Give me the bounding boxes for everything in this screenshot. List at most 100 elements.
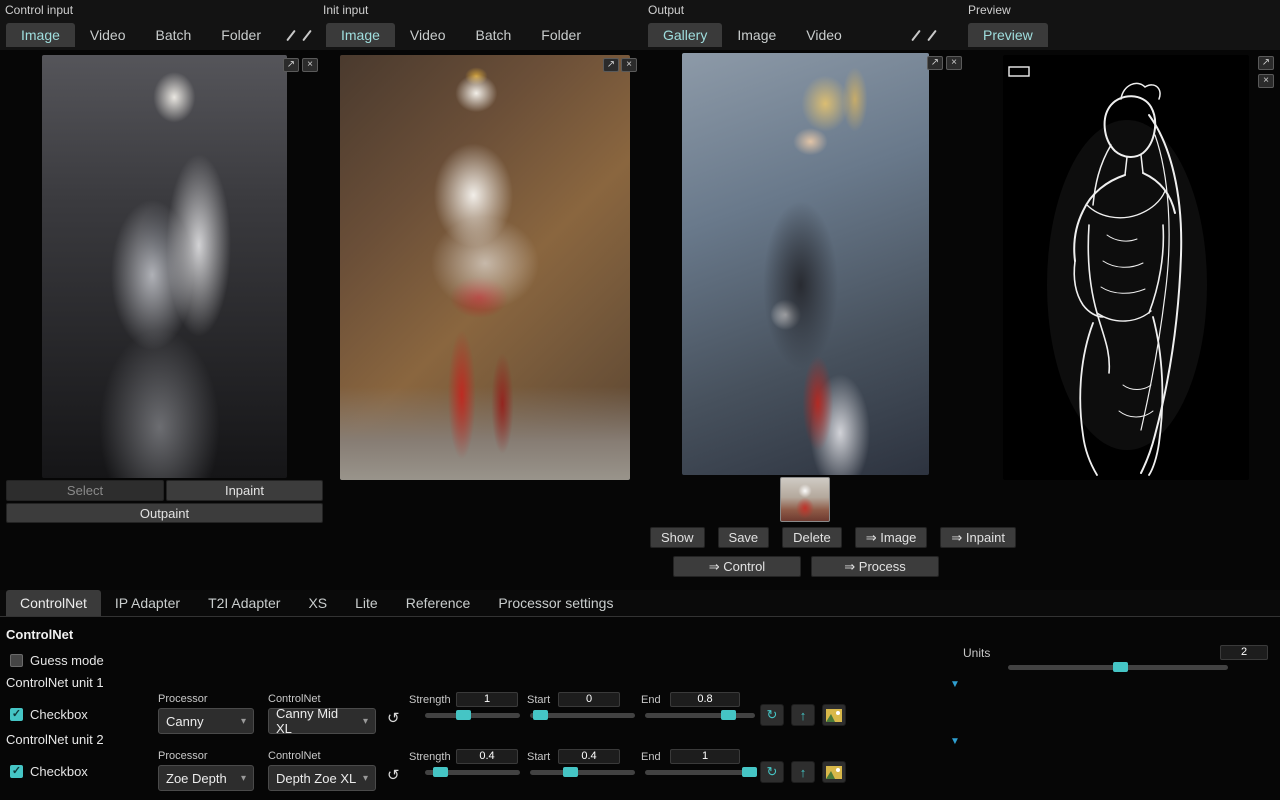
tab-ip-adapter[interactable]: IP Adapter [101, 590, 194, 616]
image-preview-icon[interactable] [822, 704, 846, 726]
inpaint-button[interactable]: Inpaint [166, 480, 323, 501]
slider-handle[interactable] [742, 767, 757, 777]
close-icon[interactable]: × [302, 58, 318, 72]
tab-control-video[interactable]: Video [75, 23, 141, 47]
dropdown-value: Zoe Depth [166, 771, 227, 786]
reset-icon[interactable]: ↺ [387, 711, 400, 726]
close-icon[interactable]: × [1258, 74, 1274, 88]
start-slider[interactable] [530, 770, 635, 775]
expand-icon[interactable]: ↗ [283, 58, 299, 72]
unit-1-enable-checkbox[interactable]: ✓ Checkbox [10, 707, 88, 722]
dropdown-value: Depth Zoe XL [276, 771, 356, 786]
checkbox-checked-icon[interactable]: ✓ [10, 708, 23, 721]
strength-label: Strength [409, 694, 451, 706]
delete-button[interactable]: Delete [782, 527, 842, 548]
strength-value[interactable]: 1 [456, 692, 518, 707]
tab-control-batch[interactable]: Batch [140, 23, 206, 47]
tab-output-gallery[interactable]: Gallery [648, 23, 722, 47]
strength-slider[interactable] [425, 770, 520, 775]
start-value[interactable]: 0 [558, 692, 620, 707]
end-slider[interactable] [645, 770, 755, 775]
strength-slider[interactable] [425, 713, 520, 718]
start-slider[interactable] [530, 713, 635, 718]
slider-handle[interactable] [721, 710, 736, 720]
slider-handle[interactable] [1113, 662, 1128, 672]
close-icon[interactable]: × [946, 56, 962, 70]
to-image-button[interactable]: ⇒ Image [855, 527, 928, 548]
image-preview-icon[interactable] [822, 761, 846, 783]
controlnet-model-dropdown[interactable]: Canny Mid XL ▾ [268, 708, 376, 734]
tab-control-folder[interactable]: Folder [206, 23, 276, 47]
expand-icon[interactable]: ↗ [603, 58, 619, 72]
units-slider[interactable] [1008, 665, 1228, 670]
preview-label: Preview [968, 3, 1011, 17]
tab-xs[interactable]: XS [294, 590, 341, 616]
upload-icon[interactable]: ↑ [791, 704, 815, 726]
controlnet-model-dropdown[interactable]: Depth Zoe XL ▾ [268, 765, 376, 791]
tab-init-video[interactable]: Video [395, 23, 461, 47]
to-control-button[interactable]: ⇒ Control [673, 556, 801, 577]
dropdown-value: Canny Mid XL [276, 706, 357, 736]
app-root: Control input Init input Output Preview … [0, 0, 1280, 800]
show-button[interactable]: Show [650, 527, 705, 548]
tab-processor-settings[interactable]: Processor settings [484, 590, 627, 616]
save-button[interactable]: Save [718, 527, 770, 548]
tab-init-image[interactable]: Image [326, 23, 395, 47]
start-label: Start [527, 751, 550, 763]
tab-output-video[interactable]: Video [791, 23, 857, 47]
start-label: Start [527, 694, 550, 706]
slider-handle[interactable] [563, 767, 578, 777]
slider-handle[interactable] [456, 710, 471, 720]
tab-controlnet[interactable]: ControlNet [6, 590, 101, 616]
start-value[interactable]: 0.4 [558, 749, 620, 764]
end-label: End [641, 751, 661, 763]
refresh-icon[interactable]: ↻ [760, 761, 784, 783]
output-route-row: ⇒ Control ⇒ Process [673, 556, 939, 577]
end-value[interactable]: 1 [670, 749, 740, 764]
tab-init-batch[interactable]: Batch [460, 23, 526, 47]
output-image[interactable] [682, 53, 929, 475]
control-edit-tools [290, 29, 308, 42]
checkbox-checked-icon[interactable]: ✓ [10, 765, 23, 778]
preview-image[interactable] [1003, 55, 1249, 480]
gallery-thumbnail[interactable] [780, 477, 830, 522]
control-input-image[interactable] [42, 55, 287, 478]
tab-lite[interactable]: Lite [341, 590, 392, 616]
select-button[interactable]: Select [6, 480, 164, 501]
to-inpaint-button[interactable]: ⇒ Inpaint [940, 527, 1016, 548]
tab-control-image[interactable]: Image [6, 23, 75, 47]
output-edit-tools [915, 29, 933, 42]
pencil-icon[interactable] [286, 29, 296, 40]
refresh-icon[interactable]: ↻ [760, 704, 784, 726]
collapse-triangle-icon[interactable]: ▼ [950, 679, 960, 690]
guess-mode-checkbox[interactable]: Guess mode [10, 653, 104, 668]
init-input-image[interactable] [340, 55, 630, 480]
expand-icon[interactable]: ↗ [927, 56, 943, 70]
end-value[interactable]: 0.8 [670, 692, 740, 707]
upload-icon[interactable]: ↑ [791, 761, 815, 783]
close-icon[interactable]: × [621, 58, 637, 72]
tab-init-folder[interactable]: Folder [526, 23, 596, 47]
tab-output-image[interactable]: Image [722, 23, 791, 47]
outpaint-button[interactable]: Outpaint [6, 503, 323, 523]
preview-tabs: Preview [968, 22, 1048, 48]
pencil-icon[interactable] [911, 29, 921, 40]
collapse-triangle-icon[interactable]: ▼ [950, 736, 960, 747]
tab-t2i-adapter[interactable]: T2I Adapter [194, 590, 294, 616]
to-process-button[interactable]: ⇒ Process [811, 556, 939, 577]
tab-reference[interactable]: Reference [392, 590, 485, 616]
checkbox-icon[interactable] [10, 654, 23, 667]
output-tabs: Gallery Image Video [648, 22, 933, 48]
unit-2-enable-checkbox[interactable]: ✓ Checkbox [10, 764, 88, 779]
expand-icon[interactable]: ↗ [1258, 56, 1274, 70]
chevron-down-icon: ▾ [363, 773, 368, 784]
units-value[interactable]: 2 [1220, 645, 1268, 660]
end-slider[interactable] [645, 713, 755, 718]
tab-preview[interactable]: Preview [968, 23, 1048, 47]
slider-handle[interactable] [533, 710, 548, 720]
reset-icon[interactable]: ↺ [387, 768, 400, 783]
processor-dropdown[interactable]: Canny ▾ [158, 708, 254, 734]
strength-value[interactable]: 0.4 [456, 749, 518, 764]
slider-handle[interactable] [433, 767, 448, 777]
processor-dropdown[interactable]: Zoe Depth ▾ [158, 765, 254, 791]
